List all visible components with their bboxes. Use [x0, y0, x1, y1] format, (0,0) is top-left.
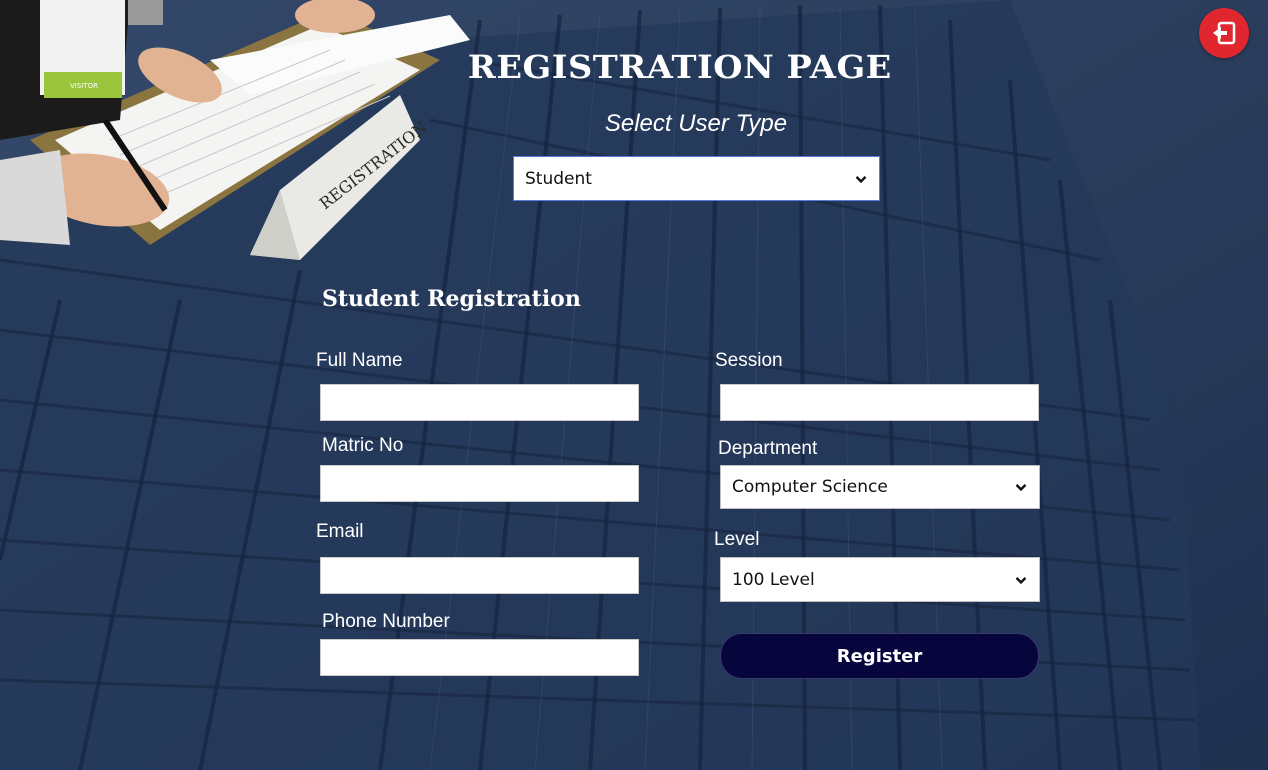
- level-label: Level: [714, 529, 760, 550]
- matric-no-label: Matric No: [322, 435, 404, 456]
- email-label: Email: [316, 521, 364, 542]
- chevron-down-icon: [1015, 576, 1027, 584]
- level-select[interactable]: 100 Level: [720, 557, 1040, 602]
- section-title: Student Registration: [322, 286, 581, 312]
- full-name-label: Full Name: [316, 350, 403, 371]
- department-label: Department: [718, 438, 818, 459]
- exit-icon: [1213, 21, 1236, 45]
- department-select[interactable]: Computer Science: [720, 465, 1040, 509]
- email-input[interactable]: [320, 557, 639, 594]
- full-name-input[interactable]: [320, 384, 639, 421]
- session-label: Session: [715, 350, 783, 371]
- chevron-down-icon: [1015, 484, 1027, 492]
- user-type-value: Student: [525, 168, 592, 189]
- phone-number-input[interactable]: [320, 639, 639, 676]
- phone-number-label: Phone Number: [322, 611, 450, 632]
- page-title: REGISTRATION PAGE: [468, 48, 892, 86]
- chevron-down-icon: [855, 175, 867, 183]
- level-value: 100 Level: [732, 569, 815, 590]
- matric-no-input[interactable]: [320, 465, 639, 502]
- user-type-subtitle: Select User Type: [604, 110, 788, 137]
- session-input[interactable]: [720, 384, 1039, 421]
- register-button[interactable]: Register: [720, 633, 1039, 679]
- user-type-select[interactable]: Student: [513, 156, 880, 201]
- department-value: Computer Science: [732, 477, 888, 497]
